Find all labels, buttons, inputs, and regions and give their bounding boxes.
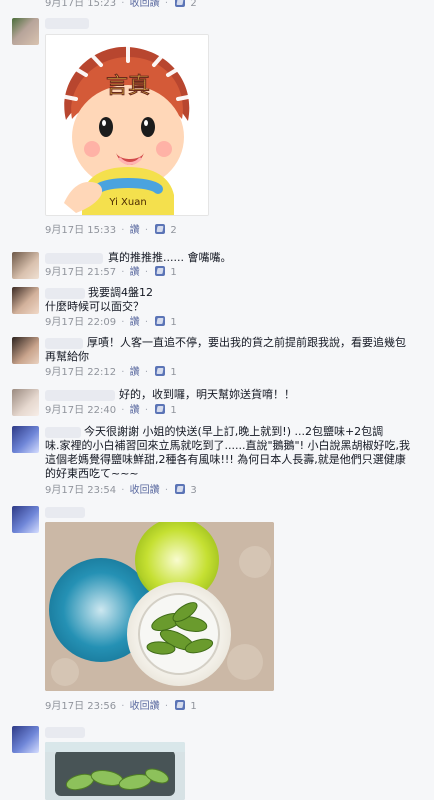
like-count[interactable]: 1 (170, 405, 176, 416)
yi-xuan-cartoon-image[interactable]: 言真 Yi Xuan (45, 34, 209, 216)
comment-timestamp[interactable]: 9月17日 22:09 (45, 317, 116, 328)
commenter-name[interactable] (45, 338, 83, 349)
like-count[interactable]: 1 (170, 367, 176, 378)
comment-text: 厚嘖！人客一直追不停，要出我的貨之前提前跟我說，看要追幾包 (87, 336, 406, 349)
comment-text: 我要調4盤12 (88, 286, 153, 299)
comment-timestamp[interactable]: 9月17日 23:54 (45, 485, 116, 496)
unlike-link[interactable]: 收回讚 (130, 485, 160, 496)
comment-text-line-3: 這個老媽覺得鹽味鮮甜,2種各有風味!!! 為何日本人長壽,就是他們只選健康 (45, 453, 406, 466)
unlike-link[interactable]: 收回讚 (130, 0, 160, 9)
comment-meta: 9月17日 23:56 · 收回讚 · 1 (45, 700, 197, 712)
like-count[interactable]: 2 (190, 0, 196, 9)
like-icon (155, 224, 166, 234)
yi-xuan-brand-text: Yi Xuan (108, 197, 146, 208)
like-count[interactable]: 1 (170, 317, 176, 328)
commenter-avatar[interactable] (12, 726, 39, 753)
comment-text: 什麼時候可以面交？ (45, 300, 144, 313)
comment-meta: 9月17日 21:57 · 讚 · 1 (45, 266, 177, 278)
commenter-name[interactable] (45, 253, 103, 264)
comment-timestamp[interactable]: 9月17日 22:12 (45, 367, 116, 378)
comment-timestamp[interactable]: 9月17日 15:33 (45, 225, 116, 236)
like-icon (175, 0, 186, 7)
like-icon (155, 404, 166, 414)
like-count[interactable]: 1 (170, 267, 176, 278)
like-count[interactable]: 3 (190, 485, 196, 496)
commenter-avatar[interactable] (12, 506, 39, 533)
like-count[interactable]: 1 (190, 701, 196, 712)
comment-timestamp[interactable]: 9月17日 23:56 (45, 701, 116, 712)
like-icon (175, 700, 186, 710)
like-link[interactable]: 讚 (130, 267, 140, 278)
unlike-link[interactable]: 收回讚 (130, 701, 160, 712)
chinese-mark-text: 言真 (106, 74, 150, 99)
comment-timestamp[interactable]: 9月17日 15:23 (45, 0, 116, 9)
comment-meta: 9月17日 15:33 · 讚 · 2 (45, 224, 177, 236)
comment-meta: 9月17日 15:23 · 收回讚 · 2 (45, 0, 197, 10)
comment-text-line-2: 味.家裡的小白補習回來立馬就吃到了......直說"鵝鵝"! 小白說黑胡椒好吃,… (45, 439, 410, 452)
like-icon (155, 266, 166, 276)
comment-meta: 9月17日 22:12 · 讚 · 1 (45, 366, 177, 378)
comment-text: 真的推推推...... 會嘴嘴。 (108, 251, 232, 264)
like-icon (155, 366, 166, 376)
like-link[interactable]: 讚 (130, 225, 140, 236)
commenter-name[interactable] (45, 390, 115, 401)
comment-timestamp[interactable]: 9月17日 21:57 (45, 267, 116, 278)
comment-meta: 9月17日 22:40 · 讚 · 1 (45, 404, 177, 416)
comment-timestamp[interactable]: 9月17日 22:40 (45, 405, 116, 416)
comment-text: 好的，收到囉，明天幫妳送貨唷！！ (119, 388, 295, 401)
commenter-name[interactable] (45, 427, 81, 438)
commenter-avatar[interactable] (12, 252, 39, 279)
like-link[interactable]: 讚 (130, 367, 140, 378)
comment-text: 再幫給你 (45, 350, 89, 363)
like-icon (155, 316, 166, 326)
commenter-name[interactable] (45, 507, 85, 518)
comment-meta: 9月17日 22:09 · 讚 · 1 (45, 316, 177, 328)
like-link[interactable]: 讚 (130, 405, 140, 416)
edamame-plate-photo[interactable] (45, 522, 274, 691)
commenter-avatar[interactable] (12, 426, 39, 453)
like-link[interactable]: 讚 (130, 317, 140, 328)
commenter-avatar[interactable] (12, 18, 39, 45)
like-count[interactable]: 2 (170, 225, 176, 236)
commenter-name[interactable] (45, 727, 85, 738)
comment-meta: 9月17日 23:54 · 收回讚 · 3 (45, 484, 197, 496)
comment-text-line-4: 的好東西吃て~~~ (45, 467, 139, 480)
commenter-avatar[interactable] (12, 287, 39, 314)
like-icon (175, 484, 186, 494)
commenter-avatar[interactable] (12, 389, 39, 416)
commenter-name[interactable] (45, 18, 89, 29)
commenter-name[interactable] (45, 288, 85, 299)
commenter-avatar[interactable] (12, 337, 39, 364)
comment-text-line-1: 今天很謝謝 小姐的快送(早上訂,晚上就到!) ...2包鹽味+2包調 (84, 425, 384, 438)
edamame-closeup-photo[interactable] (45, 742, 185, 800)
